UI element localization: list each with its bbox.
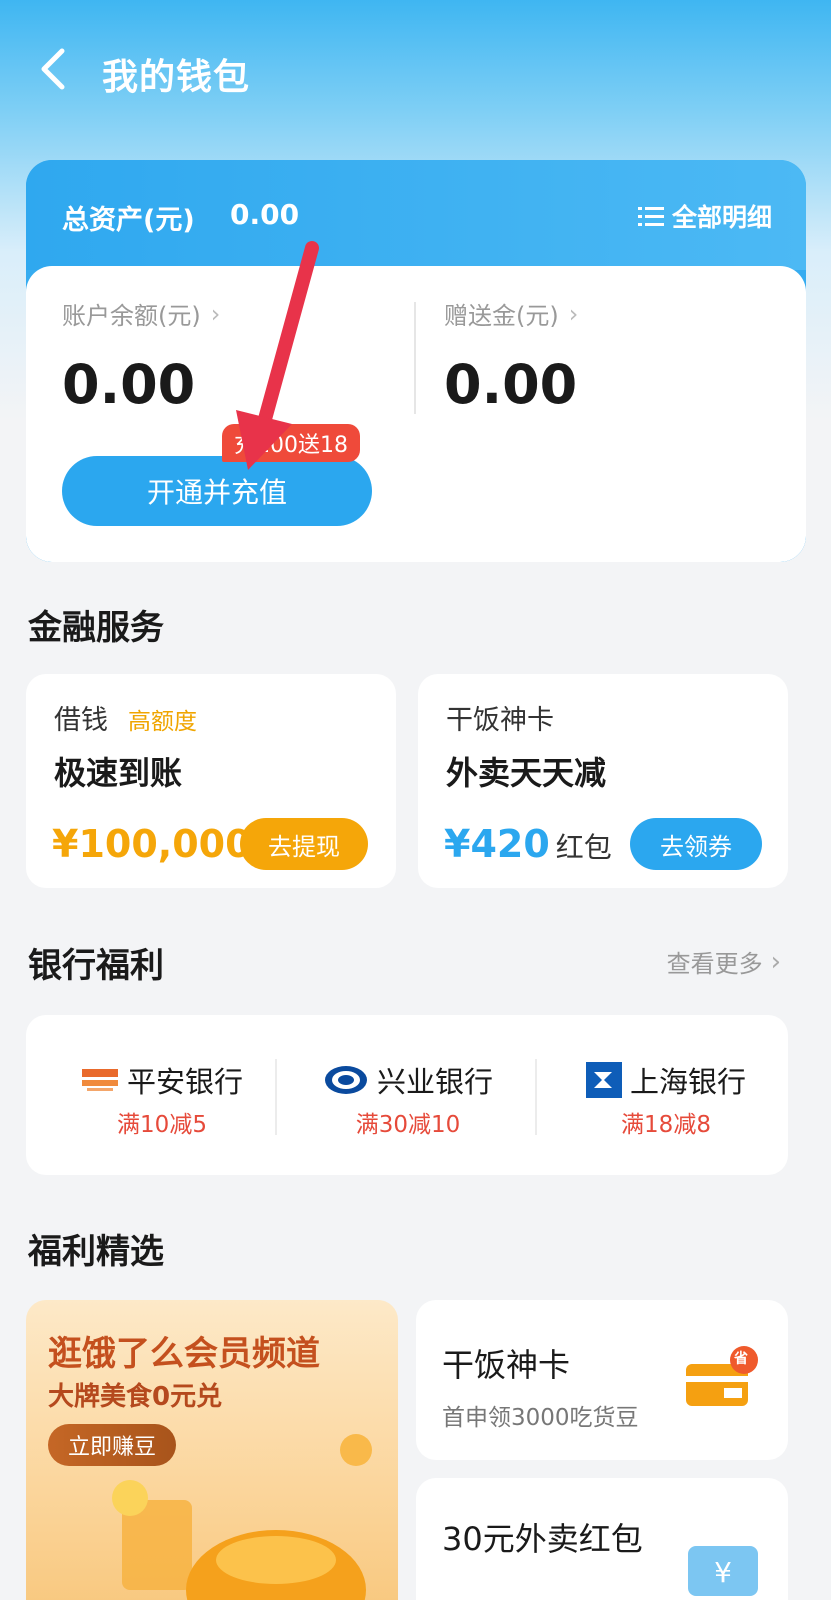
takeout-redpacket-card[interactable]: 30元外卖红包 ¥ bbox=[416, 1478, 788, 1600]
bank-benefits-card: 平安银行 满10减5 兴业银行 满30减10 上海银行 满18减8 bbox=[26, 1015, 788, 1175]
chevron-right-icon: › bbox=[210, 299, 221, 328]
meal-card-amount: ¥420 bbox=[444, 822, 550, 866]
chevron-right-icon: › bbox=[568, 299, 579, 328]
savings-badge-text: 省 bbox=[734, 1351, 748, 1367]
loan-amount: ¥100,000 bbox=[52, 822, 252, 866]
yuan-coupon-icon: ¥ bbox=[688, 1546, 758, 1596]
divider bbox=[535, 1059, 537, 1135]
card-savings-icon bbox=[686, 1346, 758, 1406]
member-channel-banner[interactable]: 逛饿了么会员频道 大牌美食0元兑 立即赚豆 bbox=[26, 1300, 398, 1600]
total-assets-value: 0.00 bbox=[230, 198, 300, 231]
bank-name-row: 上海银行 bbox=[585, 1059, 746, 1101]
bank-item-pingan[interactable]: 平安银行 满10减5 bbox=[42, 1059, 282, 1139]
all-details-label: 全部明细 bbox=[671, 203, 772, 232]
meal-card-title: 干饭神卡 bbox=[446, 705, 554, 736]
svg-text:¥: ¥ bbox=[714, 1556, 732, 1589]
divider bbox=[275, 1059, 277, 1135]
meal-card-promo-subtitle: 首申领3000吃货豆 bbox=[442, 1405, 639, 1431]
bonus-label-row: 赠送金(元) › bbox=[444, 296, 578, 331]
bank-item-shanghai[interactable]: 上海银行 满18减8 bbox=[546, 1059, 786, 1139]
bank-offer: 满30减10 bbox=[355, 1112, 461, 1138]
bank-name: 平安银行 bbox=[126, 1065, 243, 1099]
all-details-link[interactable]: 全部明细 bbox=[637, 198, 772, 234]
loan-tag: 高额度 bbox=[128, 709, 197, 735]
meal-card-promo-title: 干饭神卡 bbox=[442, 1346, 571, 1384]
see-more-link[interactable]: 查看更多 › bbox=[667, 944, 781, 979]
bonus-balance[interactable]: 赠送金(元) › 0.00 bbox=[444, 296, 578, 417]
page-title: 我的钱包 bbox=[102, 57, 251, 98]
chevron-right-icon: › bbox=[770, 946, 781, 977]
bank-name-row: 兴业银行 bbox=[323, 1059, 493, 1101]
loan-headline: 极速到账 bbox=[54, 754, 183, 792]
bonus-balance-value: 0.00 bbox=[444, 353, 578, 416]
pingan-logo-icon bbox=[81, 1067, 119, 1093]
meal-card-promo[interactable]: 干饭神卡 首申领3000吃货豆 省 bbox=[416, 1300, 788, 1460]
list-icon bbox=[637, 207, 664, 226]
balance-panel: 账户余额(元) › 0.00 赠送金(元) › 0.00 开通并充值 充100送… bbox=[26, 266, 806, 562]
account-balance[interactable]: 账户余额(元) › 0.00 bbox=[62, 296, 220, 417]
bank-name-row: 平安银行 bbox=[81, 1059, 243, 1101]
get-coupon-button[interactable]: 去领券 bbox=[630, 818, 762, 870]
takeout-redpacket-title: 30元外卖红包 bbox=[442, 1520, 643, 1558]
account-balance-value: 0.00 bbox=[62, 353, 196, 416]
divider bbox=[414, 302, 416, 414]
bonus-balance-label: 赠送金(元) bbox=[444, 302, 559, 330]
finance-section-title: 金融服务 bbox=[28, 608, 164, 648]
open-and-recharge-button[interactable]: 开通并充值 bbox=[62, 456, 372, 526]
asset-summary: 总资产(元) 0.00 全部明细 bbox=[26, 160, 806, 270]
account-balance-label-row: 账户余额(元) › bbox=[62, 296, 220, 331]
chevron-left-icon bbox=[41, 48, 65, 90]
featured-section-title: 福利精选 bbox=[28, 1232, 164, 1272]
meal-card-amount-row: ¥420 红包 bbox=[444, 822, 612, 866]
loan-title: 借钱 bbox=[54, 705, 108, 736]
bank-offer: 满10减5 bbox=[117, 1112, 207, 1138]
asset-card: 总资产(元) 0.00 全部明细 账户余额(元) › 0.00 赠送金(元) › bbox=[26, 160, 806, 562]
bank-section-title: 银行福利 bbox=[28, 946, 164, 986]
meal-card-unit: 红包 bbox=[555, 831, 612, 864]
account-balance-label: 账户余额(元) bbox=[62, 302, 201, 330]
bank-name: 上海银行 bbox=[629, 1065, 746, 1099]
see-more-label: 查看更多 bbox=[666, 950, 763, 978]
withdraw-button[interactable]: 去提现 bbox=[240, 818, 368, 870]
shanghai-bank-logo-icon bbox=[585, 1062, 622, 1098]
header-bar: 我的钱包 bbox=[0, 0, 831, 140]
banner-subtitle: 大牌美食0元兑 bbox=[48, 1382, 223, 1412]
back-button[interactable] bbox=[28, 44, 78, 94]
loan-card[interactable]: 借钱 高额度 极速到账 ¥100,000 去提现 bbox=[26, 674, 396, 888]
banner-title: 逛饿了么会员频道 bbox=[48, 1334, 320, 1374]
bank-name: 兴业银行 bbox=[376, 1065, 493, 1099]
total-assets-label: 总资产(元) bbox=[62, 205, 195, 236]
meal-card[interactable]: 干饭神卡 外卖天天减 ¥420 红包 去领券 bbox=[418, 674, 788, 888]
food-illustration-icon bbox=[112, 1434, 372, 1600]
bank-offer: 满18减8 bbox=[621, 1112, 711, 1138]
bank-item-xingye[interactable]: 兴业银行 满30减10 bbox=[288, 1059, 528, 1139]
meal-card-headline: 外卖天天减 bbox=[446, 754, 607, 792]
xingye-logo-icon bbox=[323, 1064, 369, 1096]
recharge-promo-badge: 充100送18 bbox=[222, 424, 360, 462]
